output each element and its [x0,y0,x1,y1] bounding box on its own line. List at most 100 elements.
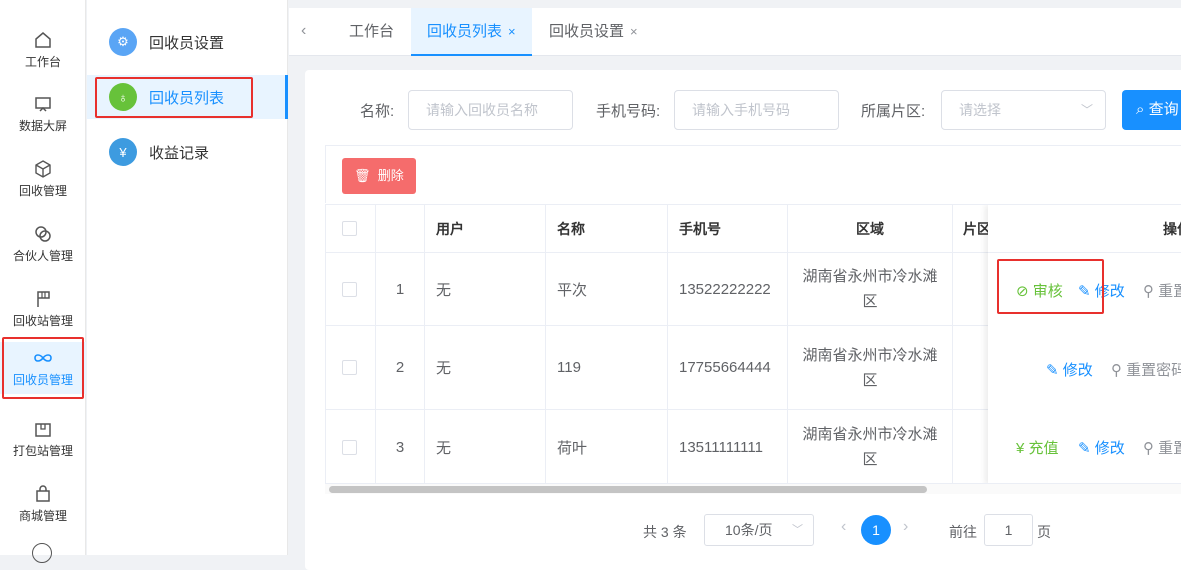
goto-label: 前往 [949,524,977,540]
bag-icon [36,485,50,502]
more-icon[interactable] [32,543,52,563]
pencil-icon: ✎ [1046,362,1059,379]
yuan-icon: ¥ [109,138,137,166]
tab-label: 回收员列表 [427,23,503,40]
package-icon [35,423,51,437]
row-index: 2 [376,326,425,410]
flag-icon [37,291,50,307]
header-user: 用户 [425,205,546,253]
edit-link[interactable]: ✎ 修改 [1078,280,1125,301]
header-region: 区域 [788,205,953,253]
key-icon: ⚲ [1111,362,1122,379]
page-number[interactable]: 1 [861,515,891,545]
page-size-select[interactable]: 10条/页 ﹀ [704,514,814,546]
rail-item-partner[interactable]: 合伙人管理 [0,218,86,278]
settings-icon: ⚙ [109,28,137,56]
rail-item-label: 数据大屏 [18,119,67,133]
tab-collector-settings[interactable]: 回收员设置 × [549,8,638,56]
reset-password-link[interactable]: ⚲ 重置密码 [1111,359,1181,380]
rail-item-dashboard[interactable]: 数据大屏 [0,88,86,148]
rail-item-label: 合伙人管理 [12,249,73,263]
name-label: 名称: [360,103,395,120]
icon-rail: 工作台 数据大屏 回收管理 合伙人管理 回收站管理 回收员管理 打包站管理 商城… [0,0,86,563]
search-button[interactable]: ⌕ 查询 [1122,90,1181,130]
rail-item-label: 回收站管理 [12,314,73,328]
op-label: 充值 [1028,440,1059,457]
header-name: 名称 [546,205,668,253]
scrollbar-thumb[interactable] [329,486,927,493]
delete-button[interactable]: 🗑 删除 [342,158,416,194]
tab-collector-list[interactable]: 回收员列表 × [411,8,532,56]
area-label: 所属片区: [861,103,926,120]
pencil-icon: ✎ [1078,283,1091,300]
rail-item-label: 工作台 [24,55,61,69]
table-toolbar: 🗑 删除 [325,145,1181,203]
home-icon [35,32,51,48]
screen-icon [35,97,51,112]
submenu-item-earnings[interactable]: ¥ 收益记录 [87,130,288,174]
row-user: 无 [425,410,546,483]
rail-item-label: 打包站管理 [12,444,73,458]
box-icon [35,160,51,178]
area-select[interactable]: 请选择 ﹀ [941,90,1106,130]
row-user: 无 [425,326,546,410]
rail-item-station[interactable]: 回收站管理 [0,283,86,343]
horizontal-scrollbar[interactable] [325,484,1181,494]
row-phone: 13522222222 [668,253,788,326]
op-label: 修改 [1094,283,1125,300]
rail-item-recycle[interactable]: 回收管理 [0,153,86,213]
tab-label: 工作台 [349,23,395,40]
rail-item-label: 商城管理 [18,509,67,523]
edit-link[interactable]: ✎ 修改 [1078,437,1125,458]
next-page-icon[interactable]: › [903,518,908,536]
submenu-item-settings[interactable]: ⚙ 回收员设置 [87,20,288,64]
close-icon[interactable]: × [630,24,638,39]
link-icon [35,226,51,242]
phone-input[interactable]: 请输入手机号码 [674,90,839,130]
row-checkbox[interactable] [342,281,357,297]
header-phone: 手机号 [668,205,788,253]
area-select-placeholder: 请选择 [959,102,1001,118]
op-label: 修改 [1062,362,1093,379]
prev-page-icon[interactable]: ‹ [841,518,846,536]
edit-link[interactable]: ✎ 修改 [1046,359,1093,380]
reset-password-link[interactable]: ⚲ 重置密码 [1143,280,1181,301]
header-select-all [326,205,376,253]
page-size-value: 10条/页 [725,522,773,538]
submenu-item-label: 回收员列表 [149,89,225,107]
infinity-icon [34,354,52,362]
rail-item-workbench[interactable]: 工作台 [0,24,86,84]
trash-icon: 🗑 [354,168,371,183]
name-input[interactable]: 请输入回收员名称 [408,90,573,130]
submenu: ⚙ 回收员设置 ♁ 回收员列表 ¥ 收益记录 [87,0,288,555]
chevron-left-icon[interactable]: ‹ [301,22,321,42]
search-button-label: 查询 [1148,101,1179,118]
chevron-down-icon: ﹀ [792,524,803,536]
approve-link[interactable]: ⊘ 审核 [1016,280,1063,301]
yuan-icon: ¥ [1016,440,1025,457]
row-region-line: 湖南省永州市冷水滩 [802,426,938,443]
tab-label: 回收员设置 [549,23,625,40]
op-label: 修改 [1094,440,1125,457]
goto-page-input[interactable]: 1 [984,514,1033,546]
collector-table: 用户 名称 手机号 区域 片区 1 无 平次 13522222222 湖南省永州… [325,204,1181,484]
table-row-select [326,253,376,326]
rail-item-mall[interactable]: 商城管理 [0,478,86,538]
select-all-checkbox[interactable] [342,221,357,236]
submenu-item-label: 收益记录 [149,144,210,162]
pencil-icon: ✎ [1078,440,1091,457]
row-region-line: 湖南省永州市冷水滩 [802,268,938,285]
tab-workbench[interactable]: 工作台 [349,8,394,56]
chevron-down-icon: ﹀ [1080,103,1093,117]
recharge-link[interactable]: ¥ 充值 [1016,437,1059,458]
close-icon[interactable]: × [508,24,516,39]
row-checkbox[interactable] [342,360,357,375]
reset-password-link[interactable]: ⚲ 重置密码 [1143,437,1181,458]
rail-item-packing[interactable]: 打包站管理 [0,413,86,473]
row-checkbox[interactable] [342,439,357,455]
row-name: 荷叶 [546,410,668,483]
op-label: 审核 [1032,283,1063,300]
rail-item-collector[interactable]: 回收员管理 [0,342,86,394]
submenu-item-list[interactable]: ♁ 回收员列表 [87,75,288,119]
rail-item-label: 回收管理 [18,184,67,198]
